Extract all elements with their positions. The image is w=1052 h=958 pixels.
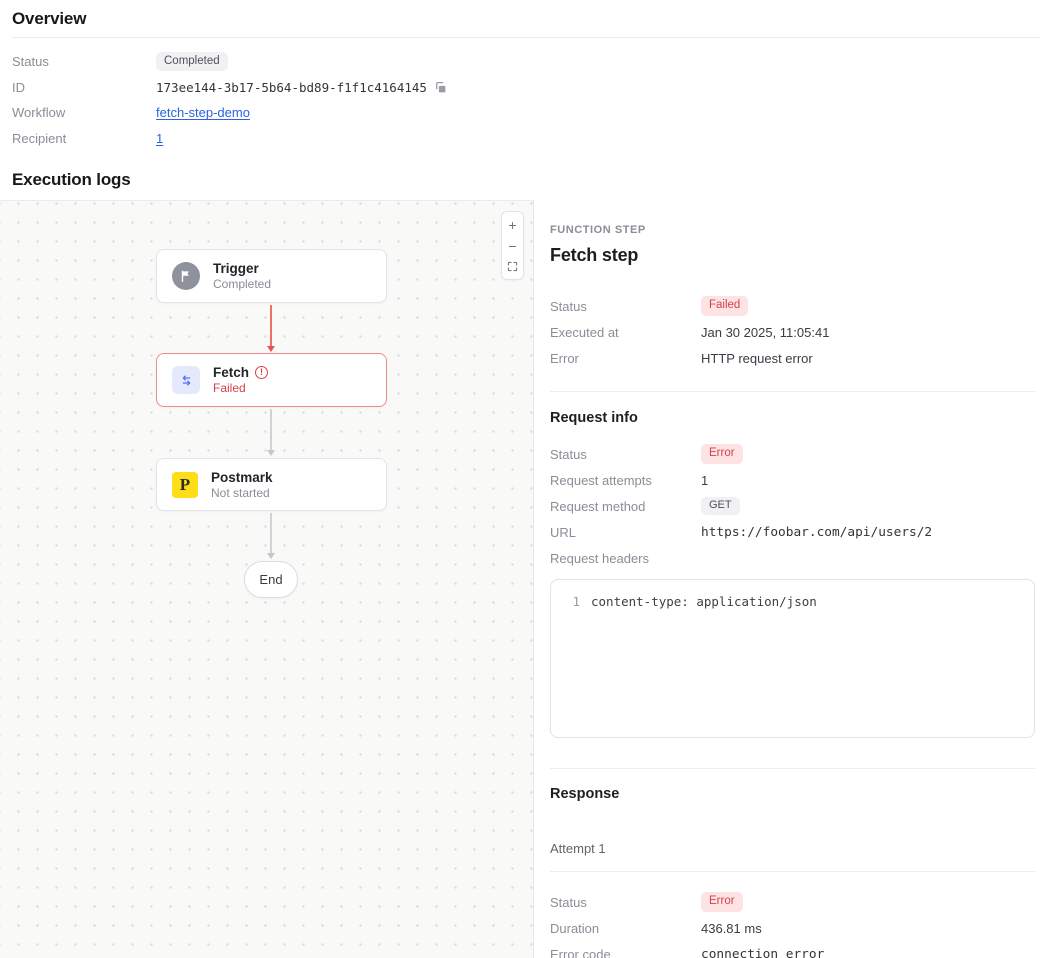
overview-status-row: Status Completed bbox=[12, 49, 1040, 75]
request-headers-code-viewer: 1 content-type: application/json bbox=[550, 579, 1035, 738]
plus-icon: + bbox=[508, 218, 516, 232]
code-line: 1 content-type: application/json bbox=[551, 593, 1034, 611]
attempt-divider bbox=[550, 871, 1035, 872]
zoom-out-button[interactable]: − bbox=[502, 235, 523, 256]
request-info-heading: Request info bbox=[550, 410, 1035, 426]
workflow-canvas[interactable]: Trigger Completed Fetch ! bbox=[0, 200, 534, 958]
node-end: End bbox=[244, 561, 298, 598]
transaction-id-value: 173ee144-3b17-5b64-bd89-f1f1c4164145 bbox=[156, 80, 427, 95]
recipient-label: Recipient bbox=[12, 131, 156, 146]
request-attempts-row: Request attempts 1 bbox=[550, 467, 1035, 493]
step-detail-title: Fetch step bbox=[550, 245, 1035, 266]
node-postmark-title: Postmark bbox=[211, 470, 273, 485]
executed-at-row: Executed at Jan 30 2025, 11:05:41 bbox=[550, 319, 1035, 345]
step-detail-panel: FUNCTION STEP Fetch step Status Failed E… bbox=[534, 200, 1052, 958]
edge-postmark-to-end bbox=[270, 513, 272, 554]
response-heading: Response bbox=[550, 786, 1035, 802]
node-fetch-title: Fetch bbox=[213, 365, 249, 380]
copy-id-button[interactable] bbox=[434, 81, 447, 94]
id-label: ID bbox=[12, 80, 156, 95]
request-attempts-value: 1 bbox=[701, 473, 708, 488]
node-trigger[interactable]: Trigger Completed bbox=[156, 249, 387, 303]
fit-view-button[interactable] bbox=[502, 256, 523, 277]
edge-trigger-to-fetch bbox=[270, 305, 272, 347]
request-info-divider bbox=[550, 391, 1035, 392]
edge-fetch-to-postmark bbox=[270, 409, 272, 451]
error-value: HTTP request error bbox=[701, 351, 813, 366]
overview-workflow-row: Workflow fetch-step-demo bbox=[12, 100, 1040, 126]
minus-icon: − bbox=[508, 239, 516, 253]
overview-id-row: ID 173ee144-3b17-5b64-bd89-f1f1c4164145 bbox=[12, 75, 1040, 101]
overview-rows: Status Completed ID 173ee144-3b17-5b64-b… bbox=[12, 38, 1040, 151]
request-info-rows: Status Error Request attempts 1 Request … bbox=[550, 441, 1035, 571]
status-badge: Completed bbox=[156, 52, 228, 71]
workflow-label: Workflow bbox=[12, 105, 156, 120]
request-method-badge: GET bbox=[701, 497, 740, 516]
node-trigger-status: Completed bbox=[213, 277, 271, 291]
node-fetch-status: Failed bbox=[213, 381, 268, 395]
step-summary-rows: Status Failed Executed at Jan 30 2025, 1… bbox=[550, 293, 1035, 371]
overview-section: Overview Status Completed ID 173ee144-3b… bbox=[0, 0, 1052, 151]
response-status-row: Status Error bbox=[550, 889, 1035, 915]
step-type-kicker: FUNCTION STEP bbox=[550, 224, 1035, 236]
step-status-badge: Failed bbox=[701, 296, 748, 315]
code-line-content: content-type: application/json bbox=[591, 593, 817, 611]
recipient-link[interactable]: 1 bbox=[156, 131, 163, 146]
status-label: Status bbox=[12, 54, 156, 69]
request-url-row: URL https://foobar.com/api/users/2 bbox=[550, 519, 1035, 545]
request-method-row: Request method GET bbox=[550, 493, 1035, 519]
request-url-value: https://foobar.com/api/users/2 bbox=[701, 525, 932, 540]
postmark-p-logo: P bbox=[172, 472, 198, 498]
node-fetch[interactable]: Fetch ! Failed bbox=[156, 353, 387, 407]
duration-row: Duration 436.81 ms bbox=[550, 915, 1035, 941]
error-row: Error HTTP request error bbox=[550, 345, 1035, 371]
executed-at-value: Jan 30 2025, 11:05:41 bbox=[701, 325, 829, 340]
execution-detail-page: Overview Status Completed ID 173ee144-3b… bbox=[0, 0, 1052, 958]
code-line-number: 1 bbox=[551, 593, 591, 611]
node-trigger-title: Trigger bbox=[213, 261, 271, 276]
canvas-zoom-controls: + − bbox=[501, 211, 524, 280]
response-status-badge: Error bbox=[701, 892, 743, 911]
fit-view-icon bbox=[507, 261, 518, 272]
flag-icon bbox=[172, 262, 200, 290]
workflow-link[interactable]: fetch-step-demo bbox=[156, 105, 250, 120]
response-divider bbox=[550, 768, 1035, 769]
overview-recipient-row: Recipient 1 bbox=[12, 126, 1040, 152]
overview-title: Overview bbox=[12, 9, 1040, 29]
duration-value: 436.81 ms bbox=[701, 921, 762, 936]
request-status-badge: Error bbox=[701, 444, 743, 463]
request-headers-row: Request headers bbox=[550, 545, 1035, 571]
execution-logs-title: Execution logs bbox=[12, 170, 1040, 190]
error-warning-icon: ! bbox=[255, 366, 268, 379]
swap-arrows-icon bbox=[172, 366, 200, 394]
execution-content: Trigger Completed Fetch ! bbox=[0, 200, 1052, 958]
request-headers-label: Request headers bbox=[550, 551, 701, 566]
error-code-row: Error code connection_error bbox=[550, 941, 1035, 958]
copy-icon bbox=[434, 81, 447, 94]
node-postmark[interactable]: P Postmark Not started bbox=[156, 458, 387, 511]
step-status-row: Status Failed bbox=[550, 293, 1035, 319]
node-postmark-status: Not started bbox=[211, 486, 273, 500]
response-rows: Status Error Duration 436.81 ms Error co… bbox=[550, 889, 1035, 958]
attempt-label: Attempt 1 bbox=[550, 841, 1035, 856]
zoom-in-button[interactable]: + bbox=[502, 214, 523, 235]
request-status-row: Status Error bbox=[550, 441, 1035, 467]
error-code-value: connection_error bbox=[701, 947, 824, 958]
